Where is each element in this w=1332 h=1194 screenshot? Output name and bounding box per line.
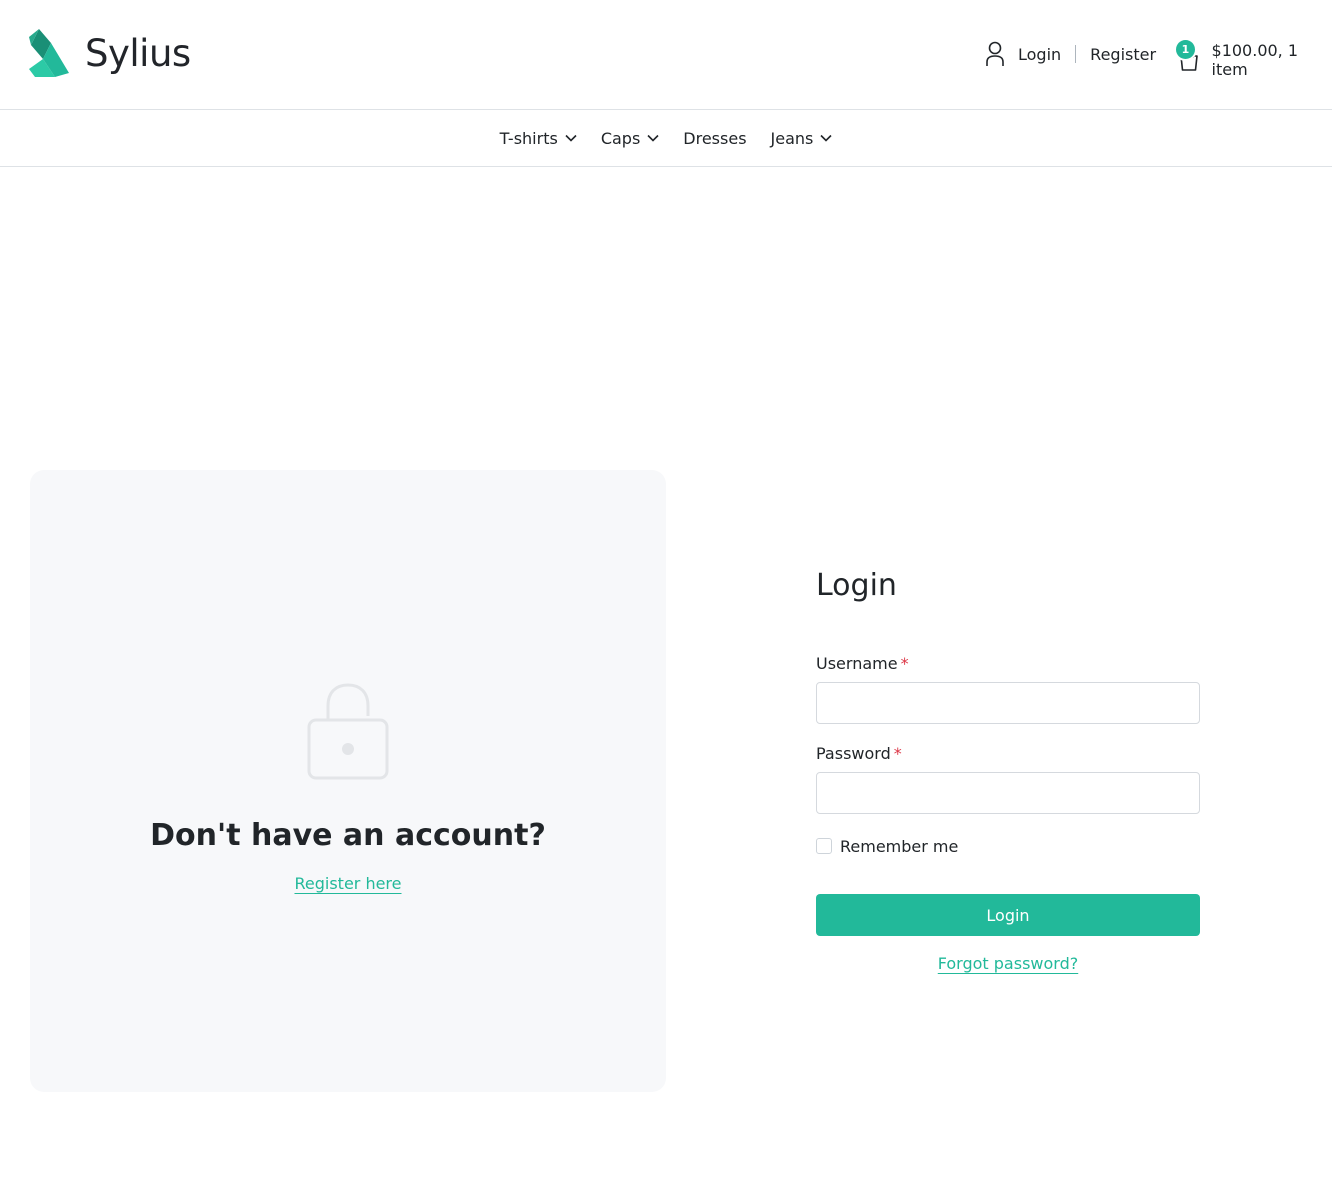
account-links: Login Register	[985, 40, 1156, 68]
nav-item-label: Caps	[600, 128, 641, 148]
nav-item-jeans[interactable]: Jeans	[771, 129, 833, 148]
cart-icon-wrapper[interactable]: 1	[1176, 39, 1201, 74]
user-icon[interactable]	[985, 41, 1005, 67]
username-label: Username *	[816, 652, 1200, 676]
register-here-link[interactable]: Register here	[294, 874, 401, 893]
header-register-link[interactable]: Register	[1090, 45, 1156, 64]
site-header: Sylius Login Register 1 $100.00, 1 item	[0, 0, 1332, 110]
username-label-text: Username	[816, 654, 898, 673]
password-label-text: Password	[816, 744, 891, 763]
nav-item-label: T-shirts	[499, 128, 558, 148]
required-marker: *	[900, 654, 909, 673]
nav-item-caps[interactable]: Caps	[601, 129, 659, 148]
sylius-logo-icon	[29, 29, 69, 77]
chevron-down-icon	[820, 134, 832, 142]
password-input[interactable]	[816, 772, 1200, 814]
remember-me-label[interactable]: Remember me	[840, 837, 958, 856]
cart-total[interactable]: $100.00, 1 item	[1212, 41, 1332, 79]
username-input[interactable]	[816, 682, 1200, 724]
nav-item-dresses[interactable]: Dresses	[683, 129, 746, 148]
remember-me-checkbox[interactable]	[816, 838, 832, 854]
register-card-title: Don't have an account?	[150, 818, 546, 853]
login-title: Login	[816, 568, 897, 603]
nav-item-tshirts[interactable]: T-shirts	[500, 129, 577, 148]
register-card: Don't have an account? Register here	[30, 470, 666, 1092]
register-link-wrapper: Register here	[30, 874, 666, 893]
forgot-password-link[interactable]: Forgot password?	[938, 954, 1078, 973]
header-login-link[interactable]: Login	[1018, 45, 1061, 64]
password-label: Password *	[816, 742, 1200, 766]
brand-logo[interactable]: Sylius	[29, 29, 191, 77]
cart-count-badge: 1	[1176, 39, 1195, 59]
nav-item-label: Jeans	[770, 128, 814, 148]
cart-summary[interactable]: 1 $100.00, 1 item	[1176, 34, 1332, 79]
nav-item-label: Dresses	[683, 128, 747, 148]
remember-me-row[interactable]: Remember me	[816, 834, 1200, 858]
chevron-down-icon	[647, 134, 659, 142]
brand-name: Sylius	[85, 31, 191, 75]
forgot-password-wrapper: Forgot password?	[816, 954, 1200, 973]
lock-icon	[306, 678, 390, 786]
required-marker: *	[893, 744, 902, 763]
login-submit-button[interactable]: Login	[816, 894, 1200, 936]
login-form: Login Username * Password * Remember me Lo…	[816, 566, 1200, 973]
divider	[1075, 45, 1077, 63]
main-nav: T-shirts Caps Dresses Jeans	[0, 110, 1332, 167]
chevron-down-icon	[565, 134, 577, 142]
